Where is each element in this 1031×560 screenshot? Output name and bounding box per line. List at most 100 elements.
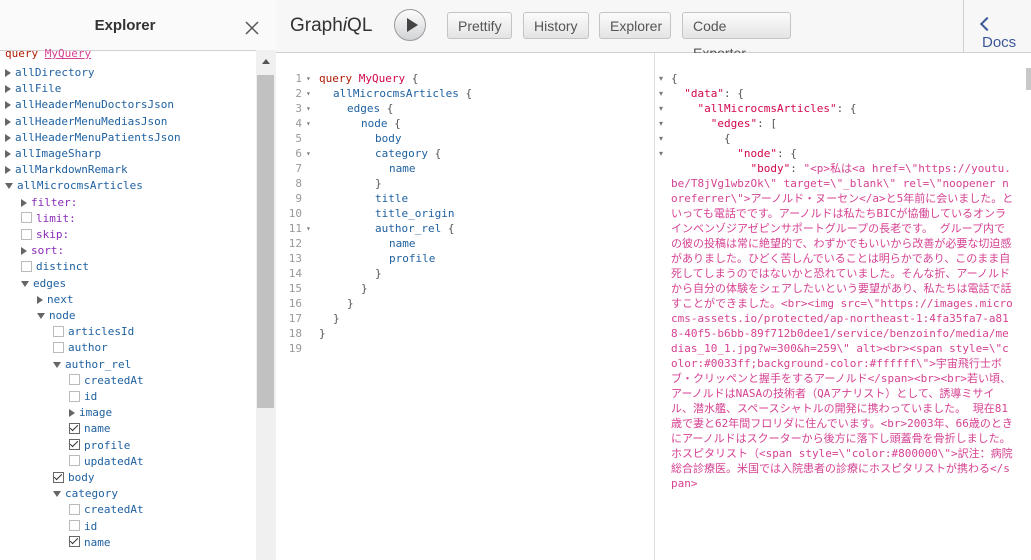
fold-marker-icon[interactable]: ▾ (306, 146, 311, 161)
explorer-field-image[interactable]: image (69, 405, 112, 421)
checkbox-icon[interactable] (69, 439, 80, 451)
explorer-scrollbar[interactable] (256, 50, 276, 560)
checkbox-icon[interactable] (21, 228, 32, 240)
explorer-scroll-thumb[interactable] (257, 75, 274, 408)
code-line[interactable]: } (375, 176, 382, 191)
caret-right-icon[interactable] (69, 409, 75, 418)
explorer-field-author[interactable]: author (53, 340, 108, 356)
explorer-field-updatedat[interactable]: updatedAt (69, 454, 144, 470)
code-line[interactable]: category { (375, 146, 441, 161)
explorer-field-createdat[interactable]: createdAt (69, 373, 144, 389)
fold-marker-icon[interactable]: ▾ (306, 71, 311, 86)
code-line[interactable]: name (389, 161, 416, 176)
caret-down-icon[interactable] (37, 313, 45, 319)
explorer-field-name[interactable]: name (69, 421, 111, 437)
caret-down-icon[interactable] (5, 183, 13, 190)
explorer-field-id[interactable]: id (69, 389, 97, 405)
caret-right-icon[interactable] (5, 69, 11, 77)
caret-right-icon[interactable] (5, 85, 11, 94)
code-line[interactable]: allMicrocmsArticles { (333, 86, 472, 101)
explorer-button[interactable]: Explorer (599, 12, 671, 39)
checkbox-icon[interactable] (69, 390, 80, 402)
explorer-field-body[interactable]: body (53, 470, 95, 486)
explorer-field-allheadermenupatientsjson[interactable]: allHeaderMenuPatientsJson (5, 130, 181, 146)
code-line[interactable]: title_origin (375, 206, 454, 221)
code-line[interactable]: } (319, 326, 326, 341)
history-button[interactable]: History (523, 12, 589, 39)
checkbox-icon[interactable] (69, 422, 80, 434)
explorer-field-next[interactable]: next (37, 292, 74, 308)
caret-right-icon[interactable] (21, 198, 27, 207)
fold-marker-icon[interactable]: ▾ (659, 116, 663, 131)
explorer-field-distinct[interactable]: distinct (21, 259, 89, 275)
checkbox-icon[interactable] (69, 520, 80, 532)
explorer-field-allimagesharp[interactable]: allImageSharp (5, 146, 101, 162)
scroll-up-icon[interactable] (262, 59, 270, 64)
explorer-field-allmarkdownremark[interactable]: allMarkdownRemark (5, 162, 128, 178)
code-line[interactable]: } (333, 311, 340, 326)
code-line[interactable]: node { (361, 116, 401, 131)
caret-right-icon[interactable] (5, 133, 11, 142)
explorer-field-name[interactable]: name (69, 535, 111, 551)
explorer-field-allheadermenudoctorsjson[interactable]: allHeaderMenuDoctorsJson (5, 97, 174, 113)
explorer-field-node[interactable]: node (37, 308, 76, 324)
query-name[interactable]: MyQuery (45, 47, 91, 60)
explorer-field-allfile[interactable]: allFile (5, 81, 61, 97)
explorer-field-alldirectory[interactable]: allDirectory (5, 65, 94, 81)
caret-right-icon[interactable] (5, 150, 11, 158)
explorer-field-profile[interactable]: profile (69, 438, 130, 454)
fold-marker-icon[interactable]: ▾ (659, 101, 663, 116)
caret-right-icon[interactable] (5, 166, 11, 175)
caret-right-icon[interactable] (21, 247, 27, 256)
code-line[interactable]: query MyQuery { (319, 71, 418, 86)
explorer-field-sort[interactable]: sort: (21, 243, 64, 259)
caret-right-icon[interactable] (37, 295, 43, 304)
caret-down-icon[interactable] (53, 491, 61, 498)
explorer-field-filter[interactable]: filter: (21, 195, 77, 211)
checkbox-icon[interactable] (21, 260, 32, 272)
code-line[interactable]: author_rel { (375, 221, 454, 236)
checkbox-icon[interactable] (69, 503, 80, 515)
code-line[interactable]: edges { (347, 101, 393, 116)
code-line[interactable]: } (347, 296, 354, 311)
code-exporter-button[interactable]: Code Exporter (682, 12, 791, 61)
explorer-field-authorrel[interactable]: author_rel (53, 357, 131, 373)
checkbox-icon[interactable] (69, 455, 80, 467)
fold-marker-icon[interactable]: ▾ (659, 86, 663, 101)
explorer-field-category[interactable]: category (53, 486, 118, 502)
caret-down-icon[interactable] (21, 280, 29, 287)
checkbox-icon[interactable] (53, 471, 64, 483)
code-line[interactable]: } (375, 266, 382, 281)
code-line[interactable]: name (389, 236, 416, 251)
explorer-field-id[interactable]: id (69, 519, 97, 535)
close-icon[interactable] (243, 19, 261, 37)
explorer-field-articlesid[interactable]: articlesId (53, 324, 134, 340)
checkbox-icon[interactable] (69, 536, 80, 548)
query-editor[interactable]: 1 ▾ query MyQuery {2 ▾ allMicrocmsArticles {… (276, 53, 655, 560)
explorer-query-header[interactable]: query MyQuery (5, 46, 91, 62)
explorer-field-allheadermenumediasjson[interactable]: allHeaderMenuMediasJson (5, 114, 167, 130)
fold-marker-icon[interactable]: ▾ (659, 146, 663, 161)
explorer-field-limit[interactable]: limit: (21, 211, 76, 227)
checkbox-icon[interactable] (53, 325, 64, 337)
fold-marker-icon[interactable]: ▾ (306, 221, 311, 236)
code-line[interactable]: body (375, 131, 402, 146)
fold-marker-icon[interactable]: ▾ (659, 131, 663, 146)
docs-button[interactable]: Docs (979, 16, 1031, 51)
fold-marker-icon[interactable]: ▾ (659, 71, 663, 86)
code-line[interactable]: profile (389, 251, 435, 266)
explorer-field-skip[interactable]: skip: (21, 227, 69, 243)
caret-right-icon[interactable] (5, 101, 11, 110)
code-line[interactable]: } (361, 281, 368, 296)
code-line[interactable]: title (375, 191, 408, 206)
result-scroll-thumb[interactable] (1026, 68, 1031, 90)
fold-marker-icon[interactable]: ▾ (306, 101, 311, 116)
checkbox-icon[interactable] (69, 374, 80, 386)
result-viewer[interactable]: ▾ ▾ ▾ ▾ ▾ ▾ { "data": { "allMicrocmsArti… (655, 53, 1031, 560)
prettify-button[interactable]: Prettify (447, 12, 512, 39)
caret-down-icon[interactable] (53, 361, 61, 368)
run-query-button[interactable] (394, 9, 426, 41)
explorer-field-edges[interactable]: edges (21, 276, 66, 292)
caret-right-icon[interactable] (5, 117, 11, 126)
fold-marker-icon[interactable]: ▾ (306, 86, 311, 101)
